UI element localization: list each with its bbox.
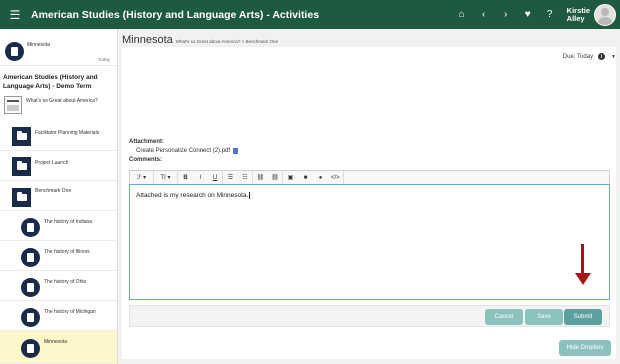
code-icon[interactable]: </> [328,170,344,185]
comment-editor[interactable]: Attached is my research on Minnesota. [129,184,610,300]
avatar[interactable] [594,3,616,26]
main-content: Minnesota What's so Great about America? … [118,29,620,364]
link-icon[interactable]: ⛓ [253,171,268,185]
info-icon[interactable]: i [598,53,606,60]
user-name[interactable]: Kirstie Alley [566,6,590,23]
sidebar-item-date: Today [97,57,110,62]
chevron-left-icon[interactable]: ‹ [473,0,495,29]
chevron-down-icon[interactable]: ▼ [611,54,616,60]
font-size-dropdown[interactable]: TI ▾ [154,170,178,185]
sidebar-item-course[interactable]: What's so Great about America? [0,94,117,120]
document-icon [21,248,40,267]
numbered-list-icon[interactable]: ☷ [238,170,253,185]
term-title: American Studies (History and Language A… [3,74,98,90]
course-thumbnail [4,96,22,114]
video-icon[interactable]: ■ [298,171,313,185]
sidebar-item-facilitator[interactable]: Facilitator Planning Materials [0,120,117,151]
breadcrumb[interactable]: What's so Great about America? > Benchma… [176,39,278,44]
open-folder-icon [12,188,31,207]
sidebar-item-indiana[interactable]: The history of Indiana [0,211,117,241]
sidebar-item-minnesota[interactable]: Minnesota [0,331,117,364]
cancel-button[interactable]: Cancel [485,309,523,325]
due-label: Due: Today [562,53,594,60]
text-cursor [249,192,251,199]
app-title: American Studies (History and Language A… [31,8,320,21]
save-button[interactable]: Save [525,309,563,325]
help-icon[interactable]: ? [539,0,561,29]
unlink-icon[interactable]: ⛓ [268,170,283,185]
menu-icon[interactable]: ☰ [2,0,28,29]
app-header: ☰ American Studies (History and Language… [0,0,620,29]
trash-icon[interactable] [233,148,239,154]
sidebar-item-label: The history of Illinois [44,249,90,255]
underline-button[interactable]: U [208,170,223,185]
header-actions: ⌂ ‹ › ♥ ? Kirstie Alley [451,0,620,29]
image-icon[interactable]: ▣ [283,171,298,185]
sidebar-item-benchmark-one[interactable]: Benchmark One [0,181,117,211]
sidebar-item-project-launch[interactable]: Project Launch [0,151,117,181]
annotation-arrow-head [575,273,591,285]
attachment-file-name[interactable]: Create Personalize Connect (2).pdf [136,148,230,154]
sidebar-item-ohio[interactable]: The history of Ohio [0,271,117,301]
sidebar-item-illinois[interactable]: The history of Illinois [0,241,117,271]
comments-label: Comments: [129,157,163,163]
editor-toolbar: ℱ ▾ TI ▾ B I U ☰ ☷ ⛓ ⛓ ▣ ■ ● </> [129,170,610,185]
due-date: Due: Today i ▼ [563,53,616,60]
editor-text: Attached is my research on Minnesota. [136,192,249,200]
page-title: Minnesota What's so Great about America? … [122,34,278,46]
sidebar-item-label: Benchmark One [35,188,72,194]
sidebar-item-label: Facilitator Planning Materials [35,130,100,136]
sidebar-item-label: The history of Ohio [44,279,87,285]
sidebar: Minnesota Today American Studies (Histor… [0,29,118,364]
attachment-file: Create Personalize Connect (2).pdf [136,148,239,154]
document-icon [21,308,40,327]
document-icon [21,218,40,237]
folder-icon [12,157,31,176]
italic-button[interactable]: I [193,171,208,185]
document-icon [21,339,40,358]
sidebar-item-minnesota-top[interactable]: Minnesota Today [0,36,117,66]
document-icon [21,278,40,297]
sidebar-item-label: Minnesota [27,42,51,48]
sidebar-item-label: Project Launch [35,160,69,166]
heart-icon[interactable]: ♥ [517,0,539,29]
bullet-list-icon[interactable]: ☰ [223,171,238,185]
sidebar-item-label: What's so Great about America? [26,98,98,104]
action-bar: Cancel Save Submit [129,305,610,327]
folder-icon [12,127,31,146]
font-family-dropdown[interactable]: ℱ ▾ [130,170,154,185]
submit-button[interactable]: Submit [564,309,602,325]
sidebar-item-label: The history of Indiana [44,219,93,225]
sidebar-item-label: The history of Michigan [44,309,96,315]
chevron-right-icon[interactable]: › [495,0,517,29]
document-icon [5,42,24,61]
microphone-icon[interactable]: ● [313,171,328,185]
sidebar-item-label: Minnesota [44,339,68,345]
attachment-label: Attachment: [129,139,165,145]
sidebar-item-michigan[interactable]: The history of Michigan [0,301,117,331]
page-title-text: Minnesota [122,34,173,46]
user-last-name: Alley [566,13,585,23]
home-icon[interactable]: ⌂ [451,0,473,29]
bold-button[interactable]: B [178,171,193,185]
hide-dropbox-button[interactable]: Hide Dropbox [559,340,611,356]
annotation-arrow [581,244,584,274]
